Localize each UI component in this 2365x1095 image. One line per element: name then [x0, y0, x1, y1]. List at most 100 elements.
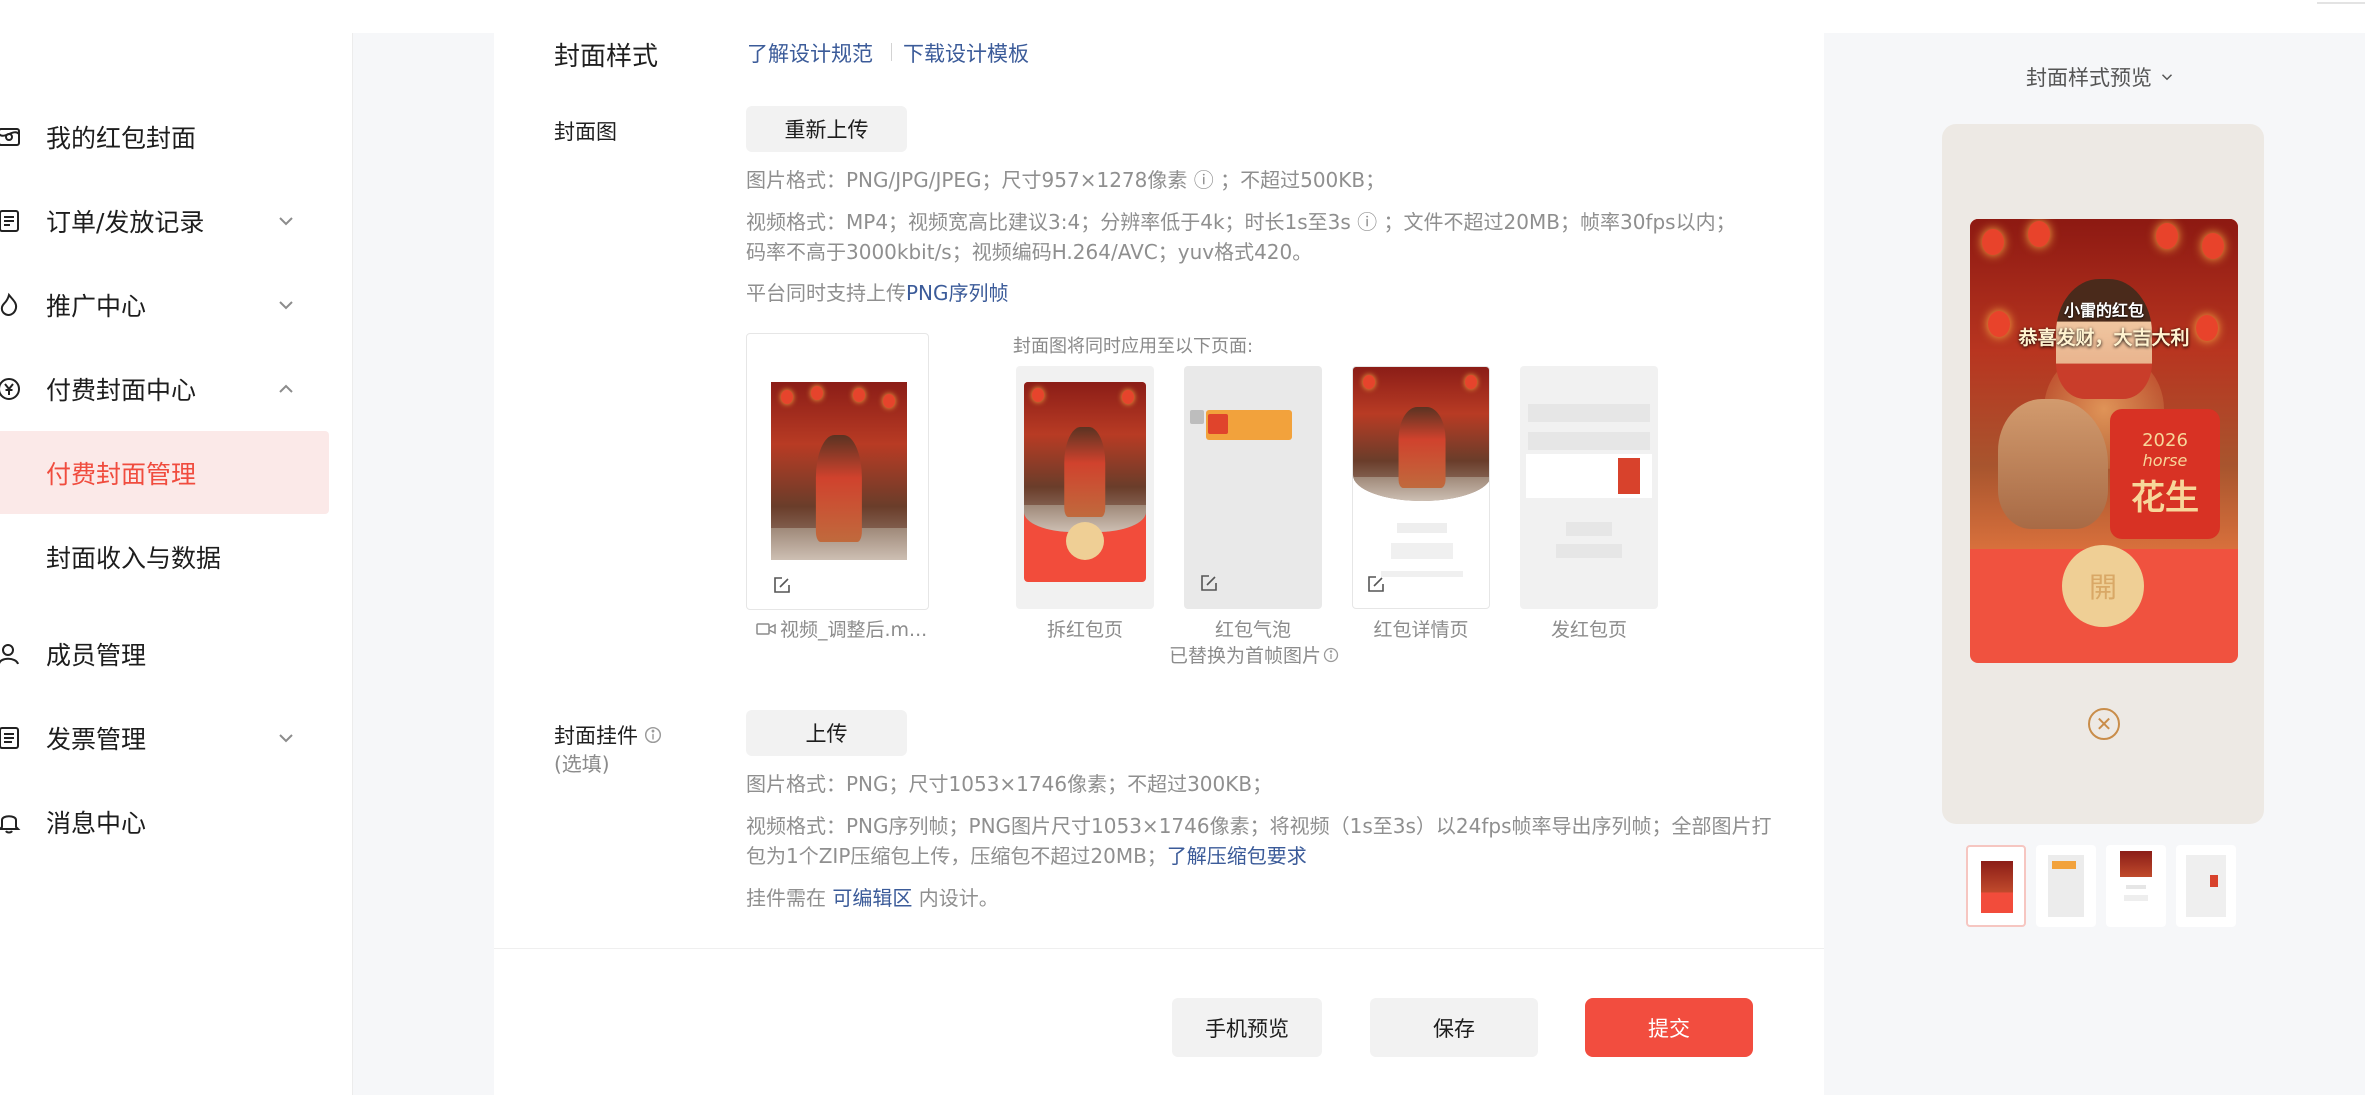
uploaded-cover-card[interactable] — [746, 333, 929, 610]
zip-requirements-link[interactable]: 了解压缩包要求 — [1167, 844, 1307, 868]
chevron-down-icon — [274, 209, 298, 233]
sidebar-item-paid-manage[interactable]: 付费封面管理 — [0, 431, 329, 514]
preview-caption: 红包详情页 — [1373, 619, 1469, 641]
lantern-shape — [1363, 375, 1375, 389]
preview-greeting: 恭喜发财，大吉大利 — [2018, 327, 2190, 349]
preview-thumb-bubble[interactable] — [2036, 845, 2096, 927]
submit-button[interactable]: 提交 — [1585, 998, 1753, 1057]
lantern-shape — [1465, 375, 1477, 389]
save-button[interactable]: 保存 — [1370, 998, 1538, 1057]
bubble-note-text: 已替换为首帧图片 — [1168, 645, 1321, 667]
send-placeholder — [1556, 544, 1622, 558]
bubble-avatar — [1190, 410, 1204, 424]
sidebar-item-orders[interactable]: 订单/发放记录 — [0, 179, 330, 262]
chevron-down-icon — [274, 726, 298, 750]
sidebar-item-label: 发票管理 — [46, 724, 147, 754]
sidebar-item-my-covers[interactable]: 我的红包封面 — [0, 95, 330, 178]
lantern-shape — [2202, 233, 2224, 259]
preview-bubble — [1184, 366, 1322, 609]
area-hint-prefix: 挂件需在 — [746, 886, 826, 910]
preview-horse — [1998, 399, 2108, 529]
pendant-label-text: 封面挂件 — [554, 724, 638, 748]
lantern-shape — [781, 390, 793, 404]
sidebar-item-label: 成员管理 — [46, 640, 147, 670]
mini-bubble-card — [2052, 861, 2076, 869]
editable-area-link[interactable]: 可编辑区 — [832, 886, 912, 910]
preview-detail-page — [1352, 366, 1490, 609]
link-divider — [891, 43, 892, 61]
sidebar-item-label: 消息中心 — [46, 808, 147, 838]
close-icon[interactable]: ✕ — [2088, 708, 2120, 740]
info-icon[interactable] — [1323, 646, 1339, 668]
lantern-shape — [2028, 221, 2050, 247]
upload-pendant-button[interactable]: 上传 — [746, 710, 907, 756]
edit-icon[interactable] — [773, 576, 791, 594]
pendant-optional: (选填) — [554, 752, 610, 776]
detail-placeholder — [1391, 543, 1453, 559]
chevron-up-icon — [274, 377, 298, 401]
lantern-shape — [1122, 390, 1134, 404]
sidebar-item-paid-center[interactable]: 付费封面中心 — [0, 347, 330, 430]
pendant-video-hint: 视频格式：PNG序列帧；PNG图片尺寸1053×1746像素；将视频（1s至3s… — [746, 811, 1776, 871]
png-sequence-link[interactable]: PNG序列帧 — [906, 281, 1009, 305]
sidebar-item-members[interactable]: 成员管理 — [0, 612, 330, 695]
pendant-image-hint: 图片格式：PNG；尺寸1053×1746像素；不超过300KB； — [746, 772, 1273, 796]
cover-thumbnail — [771, 382, 907, 560]
video-file-icon — [756, 620, 776, 642]
sidebar-item-label: 我的红包封面 — [46, 123, 197, 153]
preview-style-selector[interactable]: 封面样式预览 — [2026, 62, 2176, 92]
phone-preview-button[interactable]: 手机预览 — [1172, 998, 1322, 1057]
list-icon — [0, 206, 24, 236]
detail-placeholder — [1397, 523, 1447, 533]
preview-thumb-open[interactable] — [1966, 845, 2026, 927]
user-icon — [0, 639, 24, 669]
bag-horse-text: horse — [2142, 450, 2188, 470]
edit-icon[interactable] — [1367, 575, 1385, 593]
reupload-button[interactable]: 重新上传 — [746, 106, 907, 152]
mini-envelope — [1981, 861, 2013, 913]
bag-slogan: 花生 — [2131, 477, 2199, 518]
mini-send — [2186, 855, 2226, 917]
preview-thumb-send[interactable] — [2176, 845, 2236, 927]
open-page-envelope — [1024, 382, 1146, 582]
info-icon[interactable] — [644, 725, 662, 749]
chevron-down-icon — [2158, 67, 2176, 91]
mini-send-envelope — [2210, 875, 2218, 887]
open-page-art — [1024, 382, 1146, 532]
sidebar-item-promotion[interactable]: 推广中心 — [0, 263, 330, 346]
sidebar-item-label: 推广中心 — [46, 291, 147, 321]
edit-icon[interactable] — [1200, 574, 1218, 592]
cover-image-hint: 图片格式：PNG/JPG/JPEG；尺寸957×1278像素 ⓘ ；不超过500… — [746, 168, 1386, 192]
png-hint-prefix: 平台同时支持上传 — [746, 281, 906, 305]
lantern-shape — [853, 388, 865, 402]
lantern-shape — [2156, 223, 2178, 249]
bell-icon — [0, 807, 24, 837]
send-envelope-thumb — [1618, 458, 1640, 494]
sidebar-item-messages[interactable]: 消息中心 — [0, 780, 330, 863]
preview-thumb-detail[interactable] — [2106, 845, 2166, 927]
lantern-shape — [811, 386, 823, 400]
sidebar-item-label: 封面收入与数据 — [46, 543, 222, 573]
design-spec-link[interactable]: 了解设计规范 — [747, 38, 873, 68]
lantern-shape — [1032, 388, 1044, 402]
thumbnail-figure — [1064, 427, 1106, 517]
top-bar — [0, 0, 2365, 33]
lantern-shape — [1982, 229, 2004, 255]
download-template-link[interactable]: 下载设计模板 — [903, 38, 1029, 68]
cover-video-hint: 视频格式：MP4；视频宽高比建议3:4；分辨率低于4k；时长1s至3s ⓘ ；文… — [746, 210, 1736, 264]
section-title: 封面样式 — [554, 42, 659, 72]
send-placeholder — [1528, 404, 1650, 422]
pendant-label: 封面挂件 — [554, 720, 662, 750]
send-placeholder — [1566, 522, 1612, 536]
detail-page-art — [1353, 367, 1489, 501]
sidebar-item-invoices[interactable]: 发票管理 — [0, 696, 330, 779]
open-coin — [1066, 522, 1104, 560]
preview-title: 封面样式预览 — [2026, 66, 2152, 90]
flame-icon — [0, 290, 24, 320]
sidebar-item-income[interactable]: 封面收入与数据 — [0, 515, 330, 598]
cover-png-hint: 平台同时支持上传PNG序列帧 — [746, 278, 1646, 308]
mini-placeholder — [2126, 885, 2146, 889]
bag-year: 2026 — [2142, 429, 2188, 451]
lantern-shape — [883, 394, 895, 408]
mini-placeholder — [2124, 895, 2148, 901]
